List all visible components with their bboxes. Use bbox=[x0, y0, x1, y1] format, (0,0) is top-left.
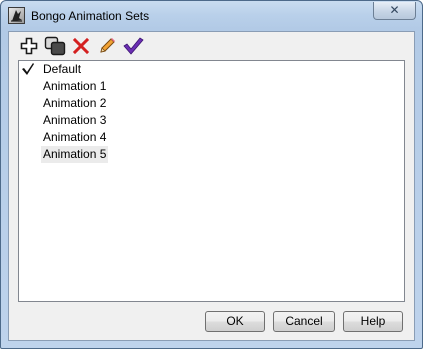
activate-button[interactable] bbox=[121, 34, 145, 58]
list-item-label: Default bbox=[43, 62, 82, 76]
list-item[interactable]: Default bbox=[19, 61, 404, 78]
delete-x-icon bbox=[72, 37, 90, 55]
rename-button[interactable] bbox=[95, 34, 119, 58]
dialog-buttons: OK Cancel Help bbox=[205, 311, 403, 332]
dialog-client-area: Default Animation 1 Animation 2 Animatio… bbox=[8, 31, 415, 341]
delete-button[interactable] bbox=[69, 34, 93, 58]
list-item[interactable]: Animation 3 bbox=[19, 112, 404, 129]
list-item-label: Animation 2 bbox=[43, 96, 107, 110]
list-item-selected[interactable]: Animation 5 bbox=[19, 146, 404, 163]
checkmark-icon bbox=[22, 63, 34, 75]
pencil-icon bbox=[100, 38, 115, 53]
title-bar[interactable]: Bongo Animation Sets ✕ bbox=[1, 1, 422, 31]
list-item[interactable]: Animation 1 bbox=[19, 78, 404, 95]
list-item-label: Animation 5 bbox=[41, 146, 109, 163]
close-icon: ✕ bbox=[389, 3, 400, 17]
help-button[interactable]: Help bbox=[343, 311, 403, 332]
cancel-button[interactable]: Cancel bbox=[273, 311, 335, 332]
list-item-label: Animation 1 bbox=[43, 79, 107, 93]
list-item-label: Animation 4 bbox=[43, 130, 107, 144]
add-button[interactable] bbox=[17, 34, 41, 58]
dialog-window: Bongo Animation Sets ✕ Default Animation… bbox=[0, 0, 423, 349]
checkmark-icon bbox=[123, 37, 144, 55]
duplicate-icon bbox=[44, 36, 66, 56]
toolbar bbox=[17, 34, 145, 58]
animation-sets-list[interactable]: Default Animation 1 Animation 2 Animatio… bbox=[18, 60, 405, 302]
app-icon bbox=[8, 7, 25, 24]
list-item[interactable]: Animation 4 bbox=[19, 129, 404, 146]
plus-icon bbox=[20, 37, 38, 55]
window-title: Bongo Animation Sets bbox=[31, 9, 150, 23]
duplicate-button[interactable] bbox=[43, 34, 67, 58]
close-button[interactable]: ✕ bbox=[373, 2, 416, 20]
ok-button[interactable]: OK bbox=[205, 311, 265, 332]
list-item-label: Animation 3 bbox=[43, 113, 107, 127]
list-item[interactable]: Animation 2 bbox=[19, 95, 404, 112]
